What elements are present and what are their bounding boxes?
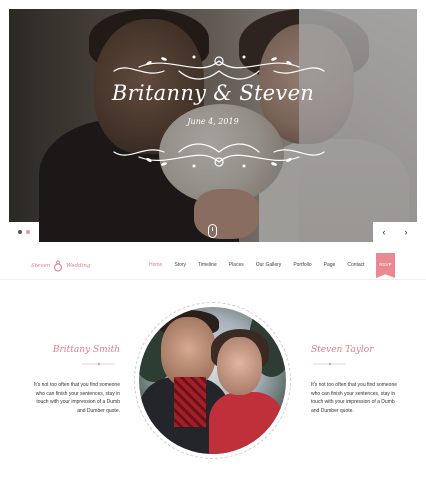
couple-photo-frame [134,302,291,459]
groom-bio: It's not too often that you find someone… [311,382,398,414]
floral-ornament-icon [113,55,325,168]
nav-item-contact[interactable]: Contact [347,262,364,268]
hero-title: Britanny & Steven [111,81,315,105]
hero-slider: Britanny & Steven June 4, 2019 ‹ › [9,9,417,242]
site-logo[interactable]: Steven Wedding [31,258,90,274]
nav-menu: Home Story Timeline Places Our Gallery P… [149,262,377,268]
nav-item-portfolio[interactable]: Portfolio [293,262,311,268]
groom-name: Steven Taylor [311,345,374,355]
ring-icon [54,260,63,272]
page: Britanny & Steven June 4, 2019 ‹ › Steve… [0,0,426,482]
nav-item-places[interactable]: Places [229,262,244,268]
groom-block: Steven Taylor It's not too often that yo… [311,345,411,415]
nav-item-home[interactable]: Home [149,262,162,268]
photo-woman-face [217,337,262,395]
nav-item-story[interactable]: Story [174,262,186,268]
slider-arrows: ‹ › [373,222,417,242]
photo-woman-coat [209,392,284,454]
logo-text-right: Wedding [66,263,91,269]
nav-item-page[interactable]: Page [324,262,336,268]
bride-bio: It's not too often that you find someone… [33,382,120,414]
rsvp-bookmark-button[interactable]: RSVP [376,253,395,278]
prev-slide-button[interactable]: ‹ [373,222,395,242]
nav-item-timeline[interactable]: Timeline [198,262,217,268]
photo-scarf [174,377,206,427]
next-slide-button[interactable]: › [395,222,417,242]
logo-text-left: Steven [31,263,51,269]
slider-dot-1[interactable] [18,230,22,234]
divider-ornament-icon [82,362,115,366]
hero-date: June 4, 2019 [187,117,239,126]
bride-block: Brittany Smith It's not too often that y… [20,345,120,415]
slider-pagination [9,222,39,242]
nav-item-gallery[interactable]: Our Gallery [256,262,282,268]
bride-name: Brittany Smith [52,345,120,355]
mouse-scroll-icon[interactable] [208,224,217,238]
couple-photo [139,307,286,454]
main-navbar: Steven Wedding Home Story Timeline Place… [0,250,426,280]
slider-dot-2[interactable] [26,230,30,234]
divider-ornament-icon [313,362,346,366]
